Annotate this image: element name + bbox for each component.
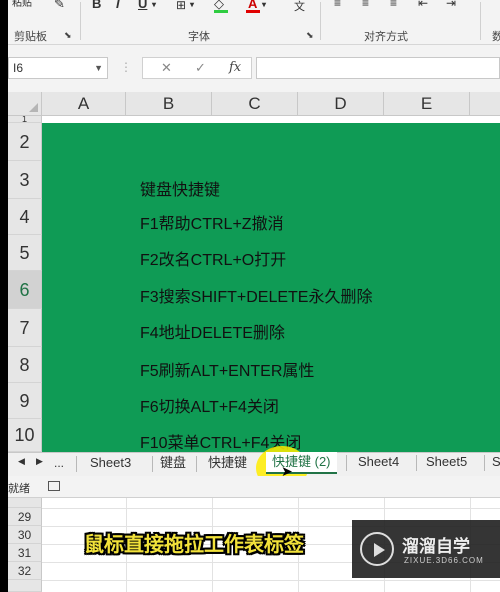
font-color-dropdown-icon[interactable]: ▾ [262, 0, 266, 9]
insert-function-icon[interactable]: fx [229, 60, 241, 75]
watermark: 溜溜自学 ZIXUE.3D66.COM [352, 520, 500, 578]
cell-b4[interactable]: F1帮助CTRL+Z撤消 [140, 210, 284, 234]
tab-separator [346, 455, 347, 471]
italic-button[interactable]: I [116, 0, 120, 11]
watermark-logo-icon [360, 532, 394, 566]
row-header-8[interactable]: 8 [8, 347, 42, 383]
formula-bar: I6 ▼ ⋮ ✕ ✓ fx [8, 54, 500, 82]
sheet-tab-sheet3[interactable]: Sheet3 [90, 453, 131, 475]
play-icon [374, 543, 385, 557]
column-header-d[interactable]: D [298, 92, 384, 116]
underline-button[interactable]: U [138, 0, 147, 11]
status-bar: 就绪 [8, 476, 500, 498]
cell-b7[interactable]: F4地址DELETE删除 [140, 319, 285, 343]
borders-dropdown-icon[interactable]: ▾ [190, 0, 194, 9]
format-painter-icon[interactable]: ✎ [54, 0, 65, 12]
column-header-partial[interactable] [470, 92, 500, 116]
row-header-4[interactable]: 4 [8, 199, 42, 235]
phonetic-icon[interactable]: 文 [294, 0, 305, 14]
ribbon-separator [320, 2, 321, 40]
grid-line [42, 580, 500, 581]
name-box[interactable]: I6 ▼ [8, 57, 108, 79]
sheet-tab-shortcuts[interactable]: 快捷键 [208, 453, 247, 475]
sheet-tab-sheet5[interactable]: Sheet5 [426, 452, 467, 474]
watermark-url: ZIXUE.3D66.COM [404, 556, 484, 565]
bold-button[interactable]: B [92, 0, 101, 11]
underline-dropdown-icon[interactable]: ▾ [152, 0, 156, 9]
column-header-b[interactable]: B [126, 92, 212, 116]
cell-b5[interactable]: F2改名CTRL+O打开 [140, 246, 286, 270]
ribbon-separator [480, 2, 481, 40]
tab-separator [76, 456, 77, 472]
paste-button-label[interactable]: 粘贴 [12, 0, 32, 9]
tab-separator [152, 456, 153, 472]
align-right-icon[interactable]: ≡ [390, 0, 397, 10]
cell-b6[interactable]: F3搜索SHIFT+DELETE永久删除 [140, 283, 372, 307]
name-box-dropdown-icon[interactable]: ▼ [94, 63, 103, 73]
column-header-e[interactable]: E [384, 92, 470, 116]
video-subtitle: 鼠标直接拖拉工作表标签 [84, 534, 304, 556]
row-header-32[interactable]: 32 [8, 562, 42, 580]
row-header-30[interactable]: 30 [8, 526, 42, 544]
row-header-5[interactable]: 5 [8, 235, 42, 271]
formula-input[interactable] [256, 57, 500, 79]
row-header-31[interactable]: 31 [8, 544, 42, 562]
status-mode: 就绪 [8, 483, 30, 495]
row-header-33[interactable] [8, 580, 42, 592]
row-header-29[interactable]: 29 [8, 508, 42, 526]
cell-b9[interactable]: F6切换ALT+F4关闭 [140, 393, 279, 417]
select-all-icon [29, 103, 38, 112]
row-header-2[interactable]: 2 [8, 123, 42, 161]
worksheet-grid[interactable]: A B C D E 1 2 3 4 5 6 7 8 9 10 键盘快捷键 F1帮… [8, 92, 500, 452]
tab-separator [416, 455, 417, 471]
excel-window: 粘贴 ✎ B I U ▾ ⊞ ▾ ◇ A ▾ 文 ≡ ≡ ≡ ⇤ ⇥ 剪贴板 ⬊… [8, 0, 500, 592]
borders-icon[interactable]: ⊞ [176, 0, 186, 12]
prev-sheet-icon[interactable]: ◀ [18, 456, 25, 467]
next-sheet-icon[interactable]: ▶ [36, 456, 43, 467]
align-center-icon[interactable]: ≡ [362, 0, 369, 10]
row-header-10[interactable]: 10 [8, 419, 42, 452]
sheet-tab-bar-right: Sheet4 Sheet5 S [346, 452, 500, 476]
formula-bar-buttons: ✕ ✓ fx [142, 57, 252, 79]
sheet-tab-partial[interactable]: S [492, 452, 500, 474]
ribbon-separator [80, 2, 81, 40]
row-header-28[interactable] [8, 498, 42, 508]
cell-b3-title[interactable]: 键盘快捷键 [140, 176, 220, 200]
fill-color-swatch [214, 10, 228, 13]
enter-icon[interactable]: ✓ [195, 60, 206, 76]
decrease-indent-icon[interactable]: ⇤ [418, 0, 428, 10]
clipboard-launcher-icon[interactable]: ⬊ [64, 30, 72, 41]
sheet-tab-shortcuts-2[interactable]: 快捷键 (2) [266, 452, 337, 474]
sheet-tab-sheet4[interactable]: Sheet4 [358, 452, 399, 474]
tab-separator [196, 456, 197, 472]
name-box-value: I6 [13, 61, 24, 75]
more-sheets-button[interactable]: ... [54, 453, 64, 475]
macro-record-icon[interactable] [48, 481, 60, 491]
select-all-button[interactable] [8, 92, 42, 116]
row-header-1[interactable]: 1 [8, 116, 42, 123]
font-group-label: 字体 [188, 31, 210, 43]
tab-separator [484, 455, 485, 471]
increase-indent-icon[interactable]: ⇥ [446, 0, 456, 10]
row-header-6[interactable]: 6 [8, 271, 42, 309]
column-header-c[interactable]: C [212, 92, 298, 116]
grid-line [42, 508, 500, 509]
font-launcher-icon[interactable]: ⬊ [306, 30, 314, 41]
watermark-title: 溜溜自学 [402, 537, 470, 556]
clipboard-group-label: 剪贴板 [14, 31, 47, 43]
row-header-9[interactable]: 9 [8, 383, 42, 419]
alignment-group-label: 对齐方式 [364, 31, 408, 43]
font-color-swatch [246, 10, 260, 13]
ribbon-group-label-partial: 数 [492, 31, 500, 43]
formula-bar-splitter-icon[interactable]: ⋮ [120, 60, 132, 74]
sheet-tab-keyboard[interactable]: 键盘 [160, 453, 186, 475]
column-header-a[interactable]: A [42, 92, 126, 116]
row-header-7[interactable]: 7 [8, 309, 42, 347]
row-header-3[interactable]: 3 [8, 161, 42, 199]
ribbon: 粘贴 ✎ B I U ▾ ⊞ ▾ ◇ A ▾ 文 ≡ ≡ ≡ ⇤ ⇥ 剪贴板 ⬊… [8, 0, 500, 45]
cancel-icon[interactable]: ✕ [161, 60, 172, 76]
cell-b8[interactable]: F5刷新ALT+ENTER属性 [140, 357, 314, 381]
align-left-icon[interactable]: ≡ [334, 0, 341, 10]
